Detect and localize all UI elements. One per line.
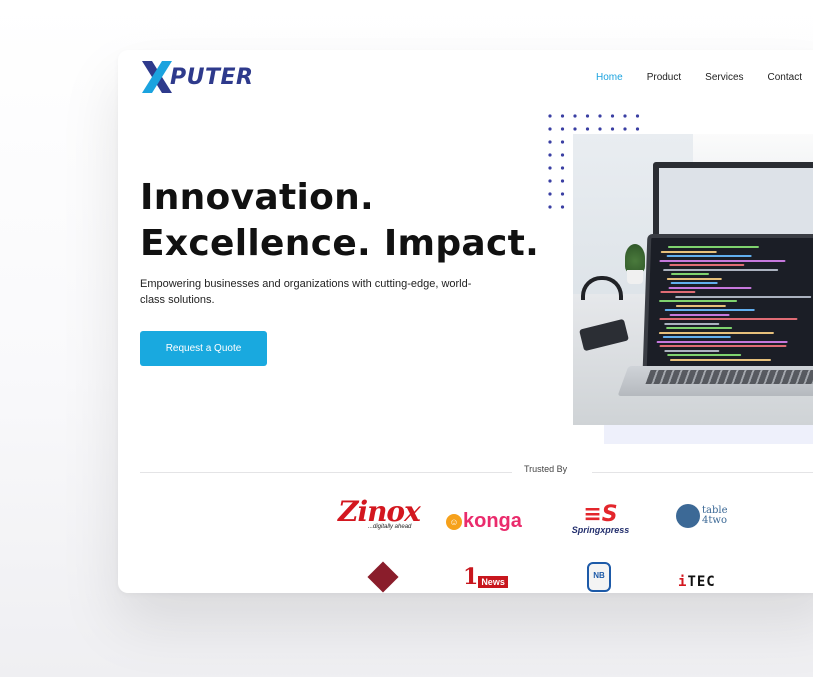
decoration-dot [560,166,565,170]
decoration-dot [548,114,552,118]
decoration-dot [598,127,602,131]
hero-title: Innovation. Excellence. Impact. [140,175,540,267]
decoration-dot [635,114,640,118]
lion-icon [367,561,399,593]
decoration-dot [560,192,565,196]
nav-product[interactable]: Product [647,72,681,83]
decoration-dot [585,127,590,131]
zinox-logo: Zinox ...digitally ahead [338,495,421,531]
hero-photo-laptop [573,134,813,425]
x-logo-icon [142,61,172,93]
website-preview: PUTER Home Product Services Contact Inno… [118,50,813,593]
hero-title-line2: Excellence. Impact. [140,223,540,264]
decoration-dot [560,140,565,144]
xputer-logo[interactable]: PUTER [142,61,253,93]
springxpress-logo: ≡S Springxpress [563,502,638,536]
decoration-dot [560,179,565,183]
logo-text: PUTER [170,64,254,90]
decoration-dot [598,114,602,118]
konga-logo: ☺ konga [446,510,522,533]
decoration-dot [548,179,552,183]
nav-home[interactable]: Home [596,72,623,83]
nb-logo: NB [587,562,611,592]
nav-contact[interactable]: Contact [768,72,802,83]
keyboard-image [645,370,813,384]
news1-logo: 1 News [463,566,508,588]
decoration-dot [548,192,552,196]
laptop-screen-image [642,234,813,372]
decoration-dot [548,166,552,170]
smile-icon: ☺ [446,513,462,530]
decoration-dot [635,127,640,131]
itec-logo: iTEC [678,574,716,590]
main-nav: Home Product Services Contact [596,72,813,83]
decoration-dot [548,127,552,131]
plate-icon [676,504,700,528]
plant-image [625,244,645,272]
trusted-by-label: Trusted By [520,464,572,474]
decoration-dot [560,153,565,157]
speed-s-icon: ≡S [583,502,618,527]
decoration-dot [585,114,590,118]
request-quote-button[interactable]: Request a Quote [140,331,267,366]
decoration-dot [573,114,577,118]
headphones-image [581,276,623,300]
decoration-dot [573,127,577,131]
decoration-dot [610,114,615,118]
decoration-dot [548,205,552,209]
decoration-dot [560,114,565,118]
decoration-dot [548,140,552,144]
hero-subtitle: Empowering businesses and organizations … [140,278,472,306]
nav-services[interactable]: Services [705,72,743,83]
decoration-dot [560,205,565,209]
table4two-logo: table 4two [676,504,728,528]
decoration-dot [610,127,615,131]
hero-title-line1: Innovation. [140,177,375,218]
decoration-dot [560,127,565,131]
decoration-dot [548,153,552,157]
lion-crest-logo [366,560,400,593]
decoration-dot [623,127,627,131]
decoration-dot [623,114,627,118]
trusted-by-divider: Trusted By [140,464,813,476]
